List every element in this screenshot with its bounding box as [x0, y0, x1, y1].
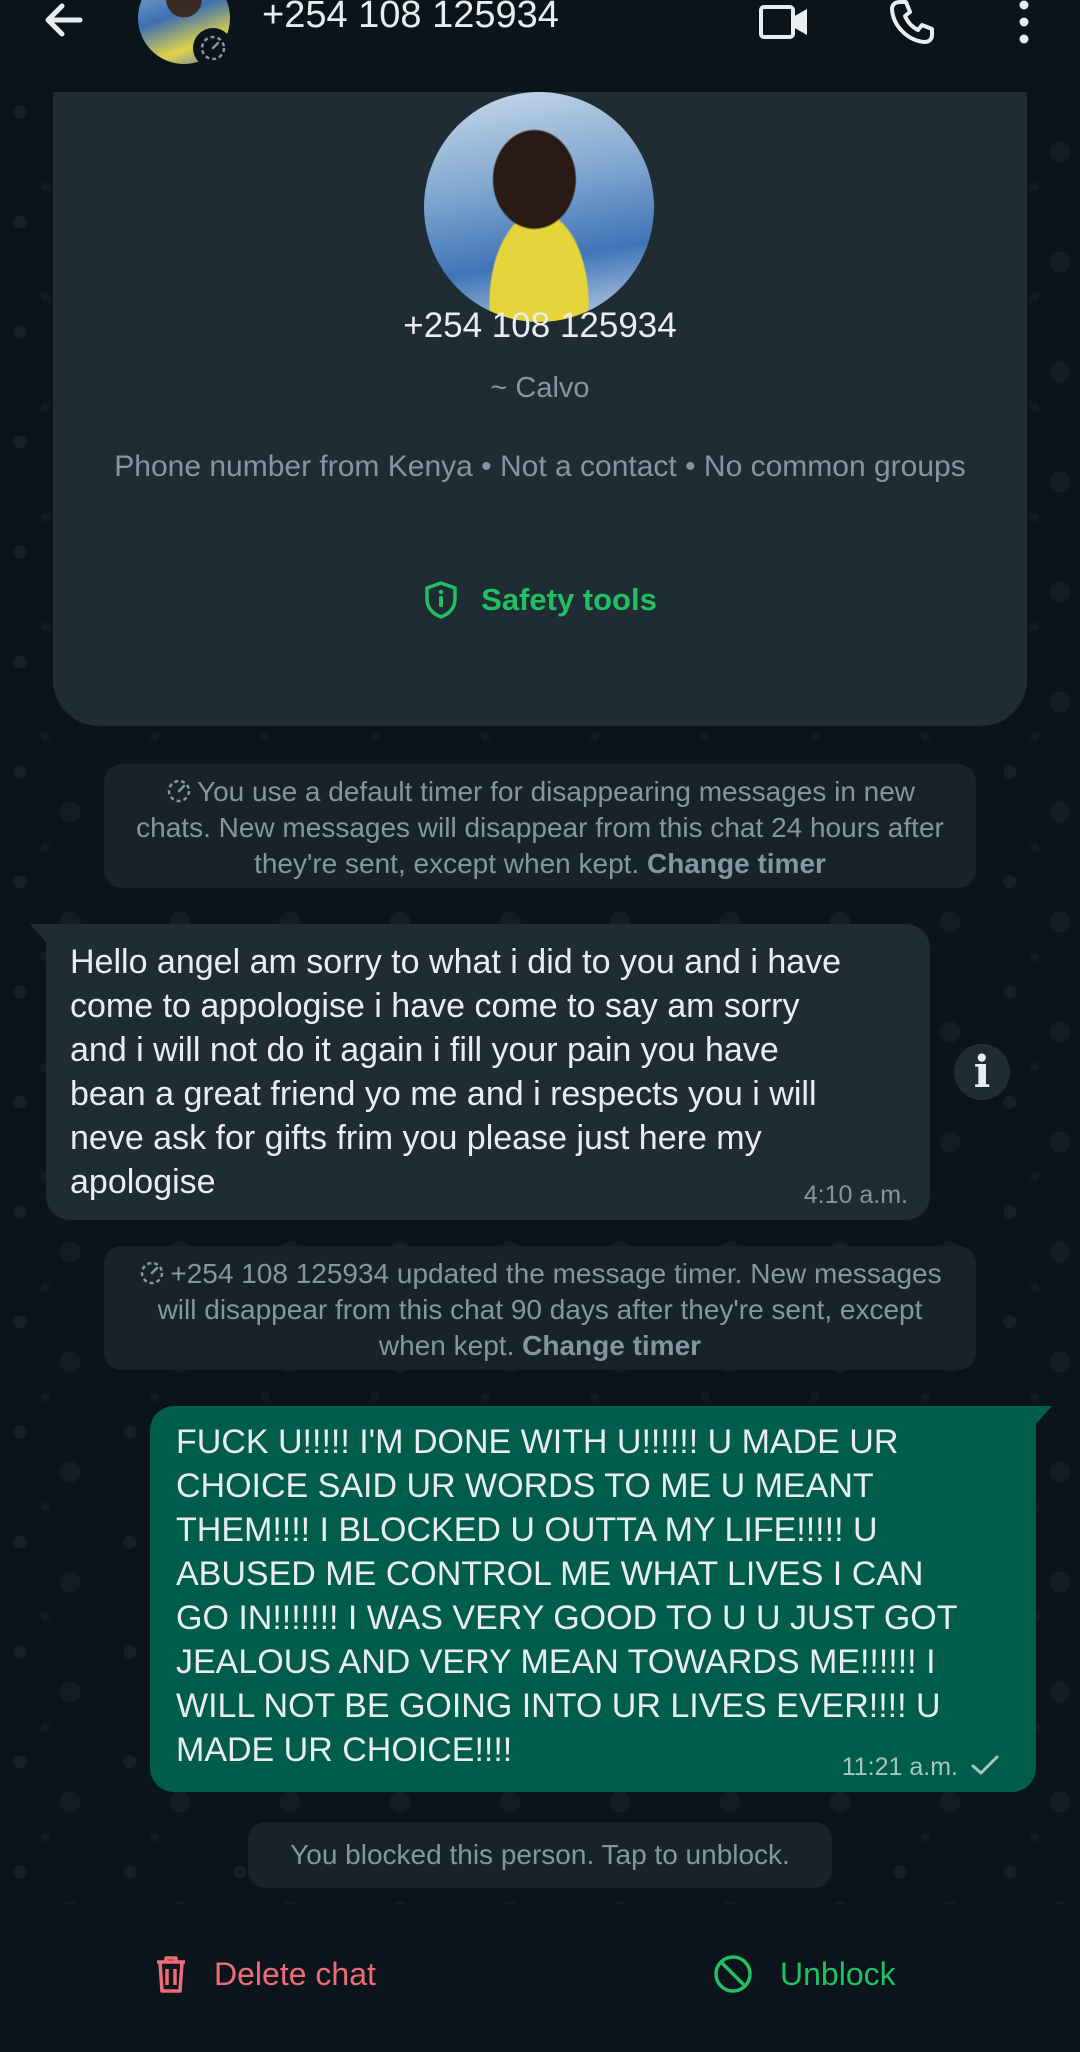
shield-icon [425, 581, 457, 619]
profile-push-name: ~ Calvo [490, 372, 590, 404]
back-button[interactable] [34, 0, 94, 60]
trash-icon [157, 1956, 185, 1993]
outgoing-message-bubble[interactable]: FUCK U!!!!! I'M DONE WITH U!!!!!! U MADE… [150, 1406, 1052, 1792]
message-text: Hello angel am sorry to what i did to yo… [70, 943, 842, 1201]
profile-photo[interactable] [424, 92, 654, 322]
disappearing-timer-icon [193, 28, 233, 68]
contact-title[interactable]: +254 108 125934 [262, 0, 559, 37]
phone-icon [890, 0, 934, 44]
check-icon [971, 1755, 999, 1775]
safety-tools-button[interactable]: Safety tools [0, 580, 1080, 620]
delete-chat-label: Delete chat [214, 1955, 376, 1992]
change-timer-link[interactable]: Change timer [522, 1330, 701, 1361]
message-timestamp: 11:21 a.m. [841, 1753, 958, 1781]
chat-header: +254 108 125934 [0, 0, 1080, 92]
unblock-label: Unblock [780, 1955, 896, 1992]
unblock-button[interactable]: Unblock [712, 1944, 896, 2004]
video-call-button[interactable] [755, 0, 815, 52]
blocked-notice[interactable]: You blocked this person. Tap to unblock. [248, 1822, 832, 1888]
message-timestamp: 4:10 a.m. [803, 1181, 908, 1209]
info-button[interactable]: i [954, 1044, 1010, 1100]
message-text: FUCK U!!!!! I'M DONE WITH U!!!!!! U MADE… [176, 1423, 958, 1769]
change-timer-link[interactable]: Change timer [647, 848, 826, 879]
block-circle-icon [714, 1955, 752, 1993]
more-options-button[interactable] [994, 0, 1054, 52]
arrow-left-icon [45, 3, 83, 37]
blocked-actions-bar: Delete chat Unblock [0, 1904, 1080, 2052]
disappearing-timer-icon [167, 779, 191, 803]
message-meta: 11:21 a.m. [842, 1753, 1000, 1782]
profile-details: Phone number from Kenya • Not a contact … [114, 450, 966, 483]
delete-chat-button[interactable]: Delete chat [154, 1944, 376, 2004]
disappearing-timer-icon [141, 1261, 164, 1285]
incoming-message-bubble[interactable]: Hello angel am sorry to what i did to yo… [30, 924, 930, 1220]
default-timer-notice[interactable]: You use a default timer for disappearing… [104, 764, 976, 888]
safety-tools-label: Safety tools [481, 582, 657, 617]
profile-phone-number: +254 108 125934 [403, 306, 677, 345]
more-vertical-icon [1019, 0, 1029, 44]
updated-timer-notice[interactable]: +254 108 125934 updated the message time… [104, 1246, 976, 1370]
voice-call-button[interactable] [882, 0, 942, 52]
video-camera-icon [759, 5, 807, 39]
